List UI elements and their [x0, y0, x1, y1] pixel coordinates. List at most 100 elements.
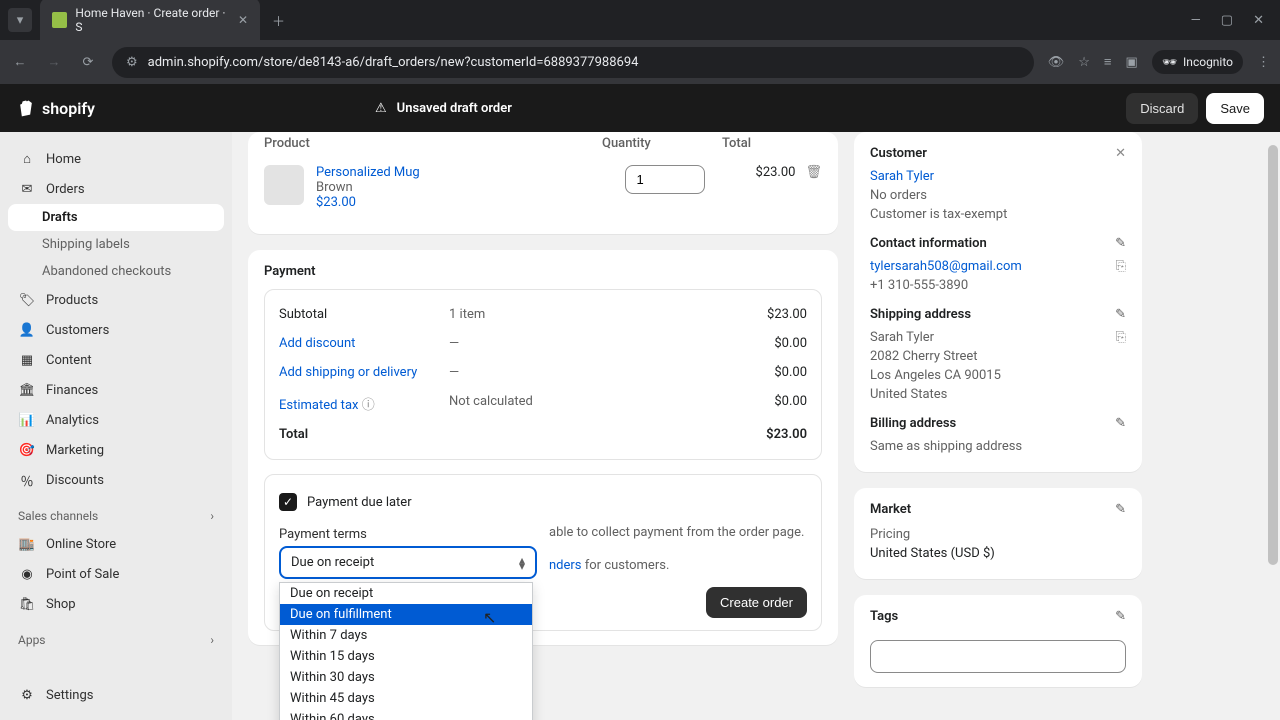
add-shipping-link[interactable]: Add shipping or delivery	[279, 365, 417, 380]
nav-customers[interactable]: 👤Customers	[8, 315, 224, 345]
shop-icon: 🛍	[18, 595, 36, 613]
customer-card: Customer ✕ Sarah Tyler No orders Custome…	[854, 132, 1142, 472]
ship-city: Los Angeles CA 90015	[870, 368, 1126, 383]
eye-off-icon[interactable]: 👁	[1048, 55, 1065, 70]
nav-content[interactable]: ▦Content	[8, 345, 224, 375]
info-icon[interactable]: ⓘ	[362, 398, 375, 413]
product-row: Personalized Mug Brown $23.00 $23.00 🗑	[264, 155, 822, 220]
sales-channels-label[interactable]: Sales channels›	[8, 495, 224, 529]
customer-name-link[interactable]: Sarah Tyler	[870, 169, 1126, 184]
site-settings-icon[interactable]: ⚙	[126, 55, 138, 70]
payment-due-later-checkbox[interactable]: ✓	[279, 493, 297, 511]
minimize-icon[interactable]: —	[1191, 13, 1201, 28]
reminders-link[interactable]: nders	[549, 558, 585, 573]
pos-icon: ◉	[18, 565, 36, 583]
delete-icon[interactable]: 🗑	[805, 165, 822, 180]
favicon	[52, 12, 67, 28]
products-card: Product Quantity Total Personalized Mug …	[248, 132, 838, 234]
estimated-tax-link[interactable]: Estimated tax	[279, 398, 358, 413]
product-price[interactable]: $23.00	[316, 195, 625, 210]
menu-icon[interactable]: ⋮	[1257, 55, 1270, 70]
apps-label[interactable]: Apps›	[8, 619, 224, 653]
market-card: Market ✎ Pricing United States (USD $)	[854, 488, 1142, 579]
option-within-45-days[interactable]: Within 45 days	[280, 688, 532, 709]
extensions-icon[interactable]: ≡	[1104, 54, 1112, 70]
save-button[interactable]: Save	[1206, 93, 1264, 124]
discard-button[interactable]: Discard	[1126, 93, 1198, 124]
remove-customer-icon[interactable]: ✕	[1115, 146, 1126, 161]
bookmark-icon[interactable]: ☆	[1078, 55, 1090, 70]
option-within-30-days[interactable]: Within 30 days	[280, 667, 532, 688]
chevron-right-icon: ›	[210, 509, 214, 523]
forward-icon[interactable]: →	[44, 54, 64, 70]
nav-online-store[interactable]: 🏬Online Store	[8, 529, 224, 559]
option-within-60-days[interactable]: Within 60 days	[280, 709, 532, 720]
nav-finances[interactable]: 🏛Finances	[8, 375, 224, 405]
reload-icon[interactable]: ⟳	[78, 55, 98, 70]
app-header: shopify ⚠ Unsaved draft order Discard Sa…	[0, 84, 1280, 132]
customers-icon: 👤	[18, 321, 36, 339]
nav-abandoned[interactable]: Abandoned checkouts	[8, 258, 224, 285]
marketing-icon: 🎯	[18, 441, 36, 459]
edit-billing-icon[interactable]: ✎	[1115, 416, 1126, 431]
scrollbar-thumb[interactable]	[1268, 145, 1278, 565]
store-icon: 🏬	[18, 535, 36, 553]
close-window-icon[interactable]: ✕	[1253, 13, 1264, 28]
edit-tags-icon[interactable]: ✎	[1115, 609, 1126, 624]
option-due-on-fulfillment[interactable]: Due on fulfillment	[280, 604, 532, 625]
option-within-15-days[interactable]: Within 15 days	[280, 646, 532, 667]
back-icon[interactable]: ←	[10, 54, 30, 70]
new-tab-icon[interactable]: ＋	[260, 11, 297, 30]
side-panel-icon[interactable]: ▣	[1126, 55, 1138, 70]
tab-title: Home Haven · Create order · S	[75, 6, 230, 34]
browser-tab[interactable]: Home Haven · Create order · S ✕	[40, 0, 260, 42]
customer-tax-exempt: Customer is tax-exempt	[870, 207, 1126, 222]
tags-card: Tags ✎	[854, 595, 1142, 687]
nav-settings[interactable]: ⚙Settings	[8, 680, 224, 710]
nav-orders[interactable]: ✉Orders	[8, 174, 224, 204]
nav-products[interactable]: 🏷Products	[8, 285, 224, 315]
close-tab-icon[interactable]: ✕	[238, 13, 248, 27]
payment-title: Payment	[264, 264, 822, 279]
shipping-value: $0.00	[727, 365, 807, 380]
nav-marketing[interactable]: 🎯Marketing	[8, 435, 224, 465]
quantity-input[interactable]	[625, 165, 705, 194]
option-due-on-receipt[interactable]: Due on receipt	[280, 583, 532, 604]
nav-drafts[interactable]: Drafts	[8, 204, 224, 231]
incognito-badge[interactable]: 🕶 Incognito	[1152, 50, 1243, 74]
subtotal-value: $23.00	[727, 307, 807, 322]
customer-orders: No orders	[870, 188, 1126, 203]
billing-title: Billing address	[870, 416, 956, 431]
maximize-icon[interactable]: ▢	[1221, 13, 1233, 28]
sidebar: ⌂Home ✉Orders Drafts Shipping labels Aba…	[0, 132, 232, 720]
tags-input[interactable]	[870, 640, 1126, 673]
customer-email-link[interactable]: tylersarah508@gmail.com	[870, 259, 1022, 274]
products-icon: 🏷	[18, 291, 36, 309]
product-name-link[interactable]: Personalized Mug	[316, 165, 625, 180]
market-title: Market	[870, 502, 911, 517]
nav-shop[interactable]: 🛍Shop	[8, 589, 224, 619]
payment-terms-select[interactable]: Due on receipt ▴▾	[279, 546, 537, 579]
edit-contact-icon[interactable]: ✎	[1115, 236, 1126, 251]
warning-icon: ⚠	[375, 101, 387, 116]
edit-shipping-icon[interactable]: ✎	[1115, 307, 1126, 322]
nav-pos[interactable]: ◉Point of Sale	[8, 559, 224, 589]
add-discount-link[interactable]: Add discount	[279, 336, 355, 351]
url-input[interactable]: ⚙ admin.shopify.com/store/de8143-a6/draf…	[112, 47, 1034, 78]
nav-home[interactable]: ⌂Home	[8, 144, 224, 174]
col-quantity: Quantity	[602, 136, 722, 151]
shopify-logo[interactable]: shopify	[16, 98, 95, 118]
copy-address-icon[interactable]: ⎘	[1116, 330, 1126, 345]
edit-market-icon[interactable]: ✎	[1115, 502, 1126, 517]
nav-discounts[interactable]: ％Discounts	[8, 465, 224, 495]
nav-shipping-labels[interactable]: Shipping labels	[8, 231, 224, 258]
tab-search-icon[interactable]: ▾	[8, 8, 32, 32]
option-within-7-days[interactable]: Within 7 days	[280, 625, 532, 646]
create-order-button[interactable]: Create order	[706, 587, 807, 618]
discounts-icon: ％	[18, 471, 36, 489]
contact-title: Contact information	[870, 236, 987, 251]
col-total: Total	[722, 136, 822, 151]
nav-analytics[interactable]: 📊Analytics	[8, 405, 224, 435]
product-thumbnail[interactable]	[264, 165, 304, 205]
copy-email-icon[interactable]: ⎘	[1116, 259, 1126, 274]
